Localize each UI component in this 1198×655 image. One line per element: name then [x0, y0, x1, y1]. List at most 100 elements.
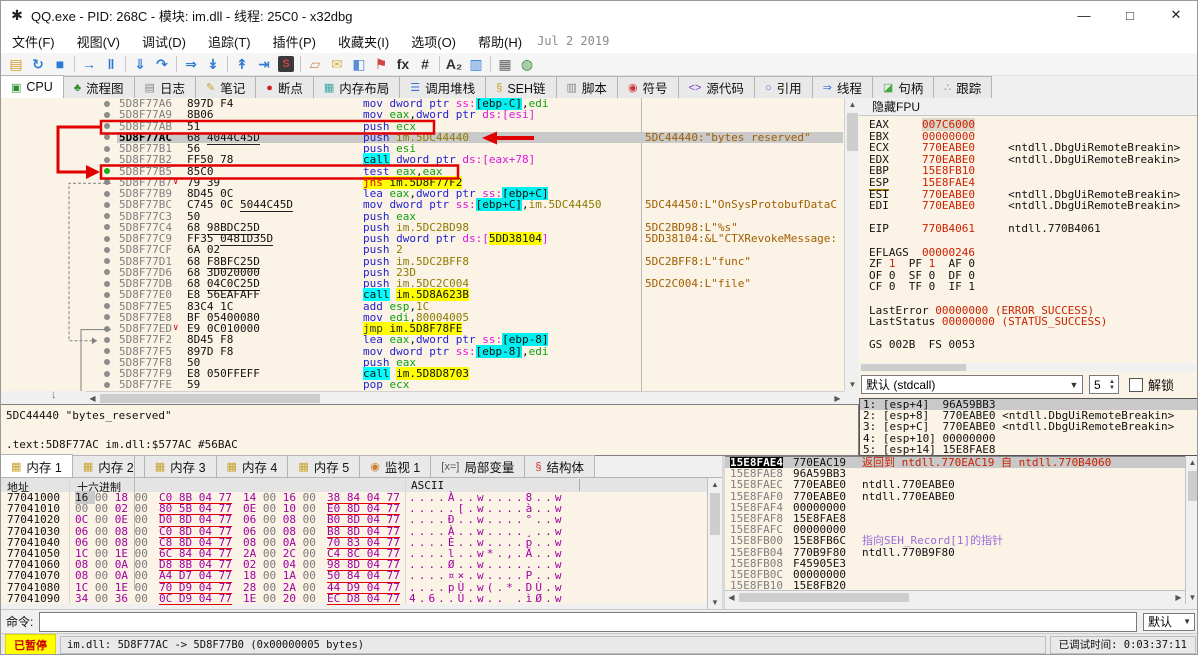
instruction-dot-icon[interactable] — [104, 291, 110, 298]
maximize-button[interactable]: □ — [1107, 1, 1153, 29]
instruction-dot-icon[interactable] — [104, 111, 110, 118]
step-over-icon[interactable]: ↷ — [151, 54, 173, 74]
run-to-cursor-icon[interactable]: ⇒ — [180, 54, 202, 74]
instruction-dot-icon[interactable] — [104, 123, 110, 130]
instruction-dot-icon[interactable] — [104, 190, 110, 197]
bookmarks-icon[interactable]: ⚑ — [370, 54, 392, 74]
patch-icon[interactable]: ▱ — [304, 54, 326, 74]
tab-memmap[interactable]: ▦ 内存布局 — [312, 76, 401, 98]
attach-icon[interactable]: ⇥ — [253, 54, 275, 74]
hide-fpu-button[interactable]: 隐藏FPU — [859, 98, 1197, 116]
disasm-vscrollbar[interactable]: ▲ ▼ — [844, 98, 860, 391]
instruction-dot-icon[interactable] — [104, 100, 110, 107]
tab-mem3[interactable]: ▦ 内存 3 — [143, 455, 217, 477]
step-into-icon[interactable]: ⇓ — [129, 54, 151, 74]
spinner-arrows-icon[interactable]: ▲ ▼ — [1106, 379, 1118, 391]
stack-view[interactable]: 15E8FAE4 770EAC19 返回到 ntdll.770EAC19 自 ntd… — [725, 456, 1185, 591]
instruction-dot-icon[interactable] — [104, 381, 110, 388]
instruction-dot-icon[interactable] — [104, 201, 110, 208]
tab-watch1[interactable]: ◉ 监视 1 — [359, 455, 432, 477]
tab-source[interactable]: <> 源代码 — [677, 76, 755, 98]
instruction-dot-icon[interactable] — [104, 325, 110, 332]
stack-row[interactable]: 15E8FB04 770B9F80 ntdll.770B9F80 — [725, 546, 1185, 557]
menu-插件P[interactable]: 插件(P) — [262, 29, 327, 54]
disasm-row[interactable]: 5D8F77A9 8B06 mov eax,dword ptr ds:[esi] — [1, 109, 858, 121]
menu-追踪T[interactable]: 追踪(T) — [197, 29, 262, 54]
labels-icon[interactable]: ◧ — [348, 54, 370, 74]
stack-arguments-list[interactable]: 1: [esp+4] 96A59BB3 2: [esp+8] 770EABE0 <… — [859, 398, 1197, 456]
tab-notes[interactable]: ✎ 笔记 — [194, 76, 257, 98]
internet-icon[interactable]: ◍ — [516, 54, 538, 74]
comments-icon[interactable]: ✉ — [326, 54, 348, 74]
tab-breakpoints[interactable]: ● 断点 — [255, 76, 314, 98]
dump-row[interactable]: 77041090 34 00 36 00 0C D9 04 77 1E 00 20 0… — [1, 592, 707, 605]
disasm-row[interactable]: 5D8F77E0 E8 56EAFAFF call im.5D8A623B — [1, 288, 858, 302]
instruction-dot-icon[interactable] — [104, 370, 110, 377]
execute-till-return-icon[interactable]: ↡ — [202, 54, 224, 74]
disasm-hscrollbar[interactable]: ◀ ▶ — [86, 391, 844, 405]
stack-vscrollbar[interactable]: ▲ ▼ — [1185, 456, 1197, 604]
tab-log[interactable]: ▤ 日志 — [133, 76, 196, 98]
stack-arg-row[interactable]: 3: [esp+C] 770EABE0 <ntdll.DbgUiRemoteBr… — [860, 421, 1197, 432]
tab-locals[interactable]: [x=] 局部变量 — [430, 455, 526, 477]
tab-mem4[interactable]: ▦ 内存 4 — [215, 455, 289, 477]
disasm-row[interactable]: 5D8F77BC C745 0C 5044C45D mov dword ptr ss… — [1, 198, 858, 213]
source-icon[interactable]: ▥ — [465, 54, 487, 74]
restart-icon[interactable]: ↻ — [27, 54, 49, 74]
close-button[interactable]: ✕ — [1153, 1, 1197, 29]
tab-mem5[interactable]: ▦ 内存 5 — [287, 455, 361, 477]
instruction-dot-icon[interactable] — [104, 235, 110, 242]
dump-vscrollbar[interactable]: ▲ ▼ — [707, 478, 723, 609]
tab-references[interactable]: ○ 引用 — [753, 76, 813, 98]
tab-handles[interactable]: ◪ 句柄 — [871, 76, 935, 98]
tab-struct[interactable]: § 结构体 — [524, 455, 595, 477]
instruction-dot-icon[interactable] — [104, 156, 110, 163]
minimize-button[interactable]: — — [1061, 1, 1107, 29]
registers-hscrollbar[interactable] — [859, 363, 1197, 372]
instruction-dot-icon[interactable] — [104, 303, 110, 310]
instruction-dot-icon[interactable] — [104, 213, 110, 220]
tab-symbols[interactable]: ◉ 符号 — [616, 76, 679, 98]
menu-收藏夹I[interactable]: 收藏夹(I) — [327, 29, 400, 54]
tab-cpu[interactable]: ▣ CPU — [1, 75, 64, 98]
az-icon[interactable]: A₂ — [443, 54, 465, 74]
calling-convention-select[interactable]: 默认 (stdcall) ▼ — [861, 375, 1083, 394]
instruction-dot-icon[interactable] — [104, 336, 110, 343]
instruction-dot-icon[interactable] — [104, 134, 110, 141]
instruction-dot-icon[interactable] — [104, 269, 110, 276]
scylla-icon[interactable]: S — [275, 54, 297, 74]
stack-arg-row[interactable]: 5: [esp+14] 15E8FAE8 — [860, 444, 1197, 455]
tab-script[interactable]: ▥ 脚本 — [555, 76, 618, 98]
menu-选项O[interactable]: 选项(O) — [400, 29, 467, 54]
tab-mem1[interactable]: ▦ 内存 1 — [1, 454, 73, 477]
tab-callstack[interactable]: ☰ 调用堆栈 — [399, 76, 487, 98]
menu-调试D[interactable]: 调试(D) — [131, 29, 197, 54]
stack-row[interactable]: 15E8FB00 15E8FB6C 指向SEH_Record[1]的指针 — [725, 535, 1185, 546]
instruction-dot-icon[interactable] — [104, 179, 110, 186]
pause-icon[interactable]: ‖ — [100, 54, 122, 74]
args-depth-spinner[interactable]: 5 ▲ ▼ — [1089, 375, 1119, 394]
tab-threads[interactable]: ⇒ 线程 — [811, 76, 873, 98]
instruction-dot-icon[interactable] — [104, 246, 110, 253]
instruction-dot-icon[interactable] — [104, 348, 110, 355]
instruction-dot-icon[interactable] — [104, 359, 110, 366]
instruction-dot-icon[interactable] — [104, 280, 110, 287]
instruction-dot-icon[interactable] — [104, 314, 110, 321]
functions-icon[interactable]: fx — [392, 54, 414, 74]
stop-icon[interactable]: ■ — [49, 54, 71, 74]
hash-icon[interactable]: # — [414, 54, 436, 74]
stack-hscrollbar[interactable]: ◀ ▶ — [725, 590, 1185, 605]
open-file-icon[interactable]: ▤ — [5, 54, 27, 74]
run-icon[interactable]: → — [78, 54, 100, 74]
disassembly-view[interactable]: 5D8F77A6 897D F4 mov dword ptr ss:[ebp-C],… — [1, 98, 859, 391]
instruction-dot-icon[interactable] — [104, 145, 110, 152]
menu-文件F[interactable]: 文件(F) — [1, 29, 66, 54]
menu-帮助H[interactable]: 帮助(H) — [467, 29, 533, 54]
calculator-icon[interactable]: ▦ — [494, 54, 516, 74]
stack-row[interactable]: 15E8FAEC 770EABE0 ntdll.770EABE0 — [725, 479, 1185, 490]
menu-视图V[interactable]: 视图(V) — [66, 29, 131, 54]
unlock-checkbox[interactable] — [1129, 377, 1143, 392]
instruction-dot-icon[interactable] — [104, 224, 110, 231]
register-list[interactable]: EAX 007C6000 EBX 00000000 ECX 770EABE0 <nt… — [869, 118, 1180, 351]
disasm-row[interactable]: 5D8F77FE 59 pop ecx — [1, 379, 858, 391]
